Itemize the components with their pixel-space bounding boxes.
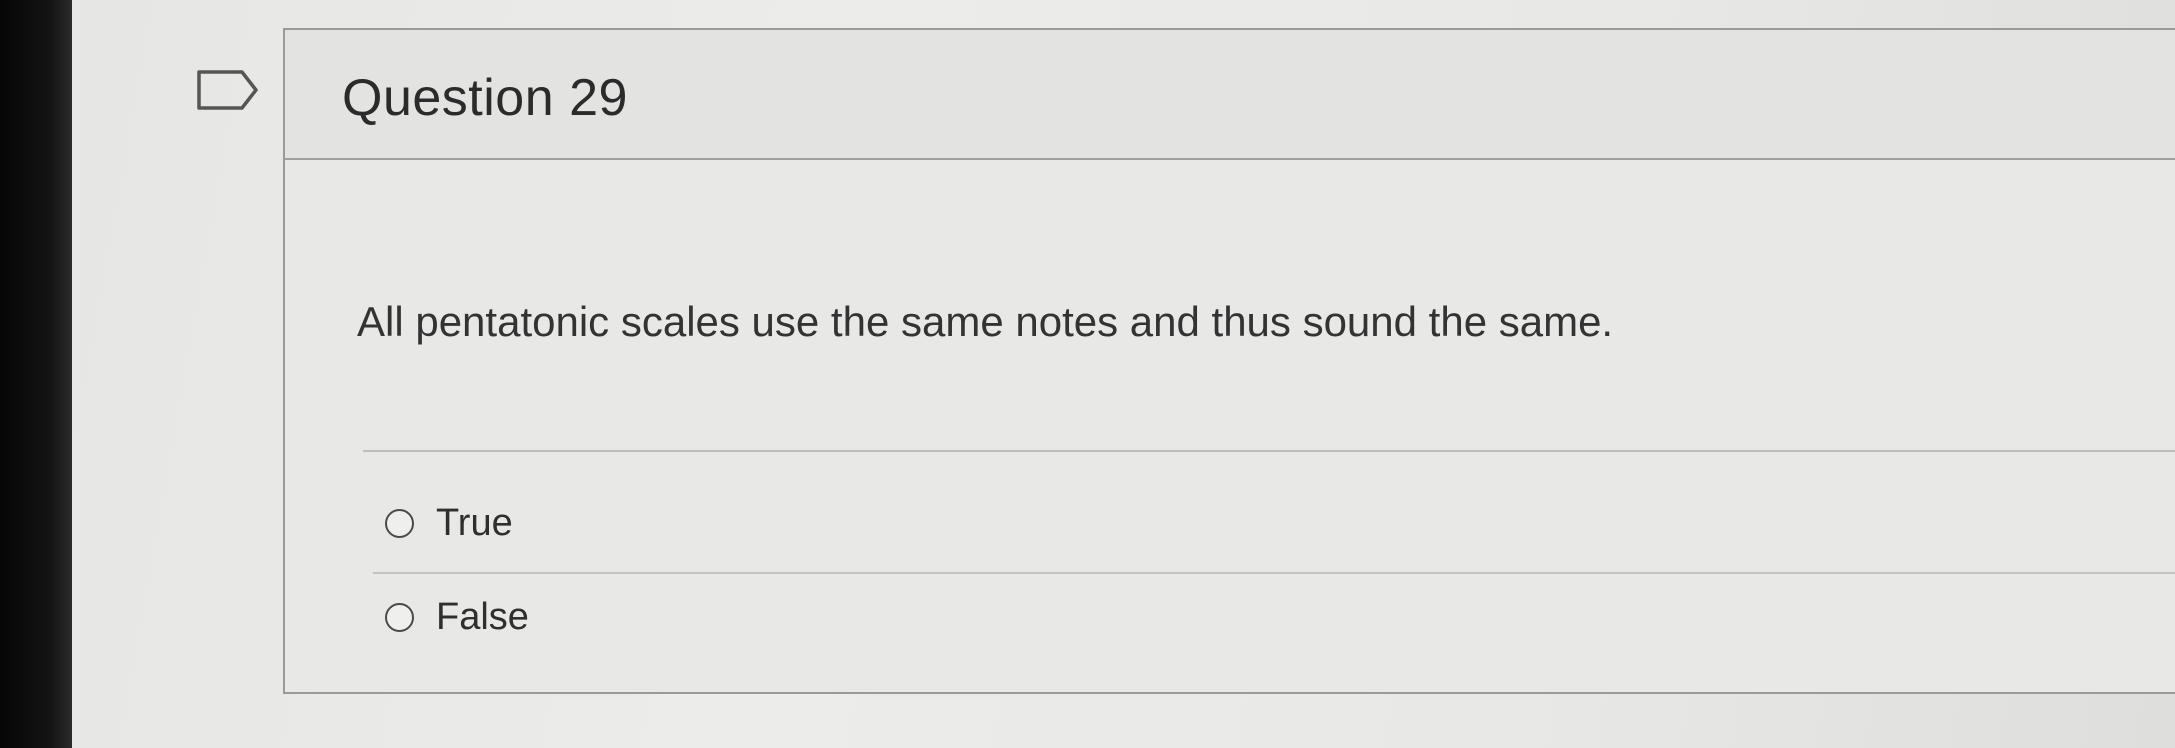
screen-bezel — [0, 0, 72, 748]
answer-divider — [373, 572, 2175, 574]
question-body: All pentatonic scales use the same notes… — [285, 160, 2175, 692]
question-card: Question 29 All pentatonic scales use th… — [283, 28, 2175, 694]
question-text: All pentatonic scales use the same notes… — [357, 298, 1614, 345]
answer-label: True — [436, 502, 513, 544]
question-title: Question 29 — [342, 69, 628, 127]
answer-label: False — [436, 596, 529, 638]
answer-option-false[interactable]: False — [385, 596, 529, 639]
flag-icon[interactable] — [196, 68, 260, 112]
radio-button-icon[interactable] — [385, 509, 414, 538]
radio-button-icon[interactable] — [385, 603, 414, 632]
answers-divider — [363, 450, 2175, 452]
answer-option-true[interactable]: True — [385, 502, 513, 545]
question-header: Question 29 — [285, 30, 2175, 160]
